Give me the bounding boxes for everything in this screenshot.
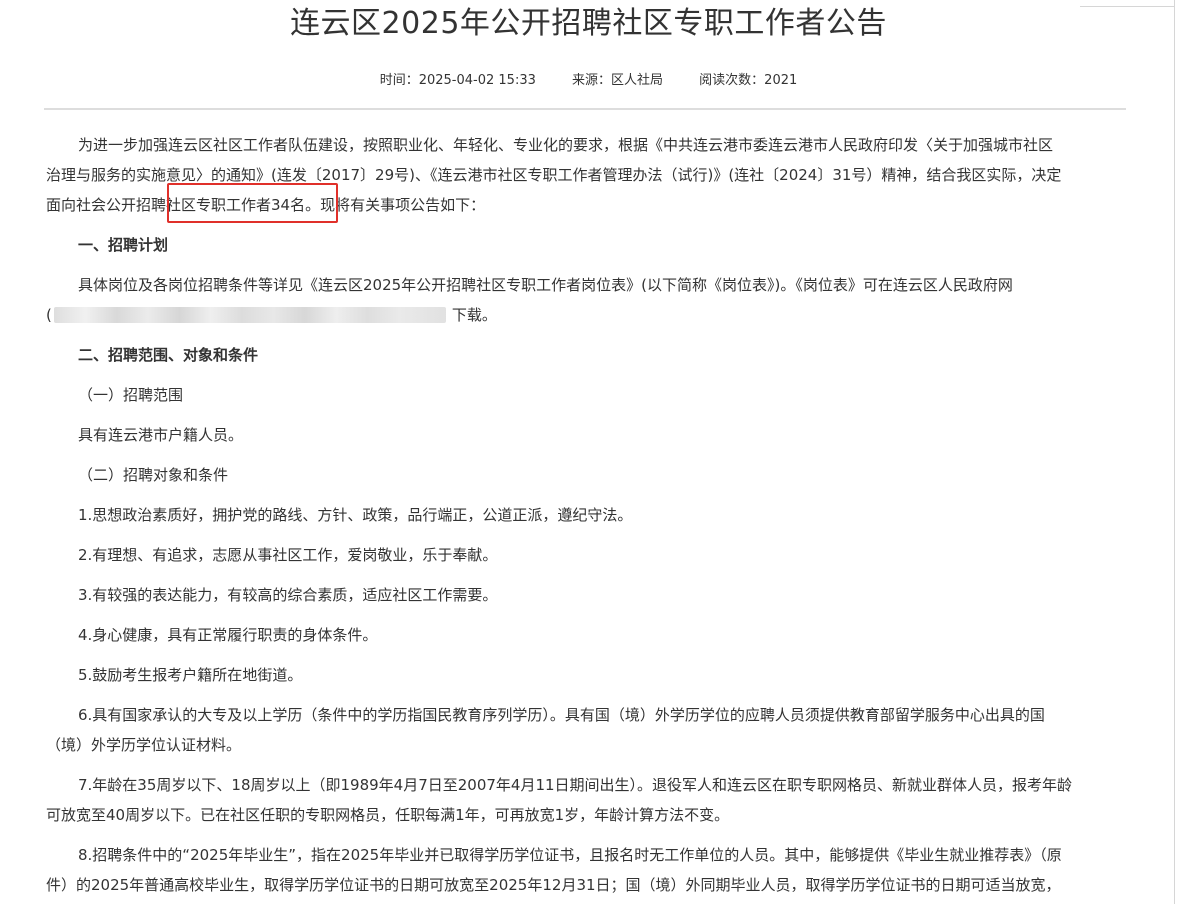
heading-recruitment-plan: 一、招聘计划	[46, 230, 1156, 260]
read-count: 阅读次数：2021	[699, 73, 797, 88]
title-divider	[44, 108, 1126, 110]
condition-8-line-2: 件）的2025年普通高校毕业生，取得学历学位证书的日期可放宽至2025年12月3…	[46, 870, 1124, 900]
subheading-scope: （一）招聘范围	[46, 380, 1156, 410]
condition-6-line-1: 6.具有国家承认的大专及以上学历（条件中的学历指国民教育序列学历）。具有国（境）…	[46, 700, 1156, 730]
condition-8-line-1: 8.招聘条件中的“2025年毕业生”，指在2025年毕业并已取得学历学位证书，且…	[46, 840, 1156, 870]
highlight-annotation-box	[167, 183, 338, 223]
subheading-conditions: （二）招聘对象和条件	[46, 460, 1156, 490]
paragraph-scope: 具有连云港市户籍人员。	[46, 420, 1156, 450]
condition-5: 5.鼓励考生报考户籍所在地街道。	[46, 660, 1156, 690]
paren-open: (	[46, 306, 52, 324]
download-text: 下载。	[452, 306, 497, 324]
publish-time: 时间：2025-04-02 15:33	[380, 73, 536, 88]
redacted-url	[54, 307, 446, 323]
article-page: 连云区2025年公开招聘社区专职工作者公告 时间：2025-04-02 15:3…	[0, 0, 1177, 904]
condition-1: 1.思想政治素质好，拥护党的路线、方针、政策，品行端正，公道正派，遵纪守法。	[46, 500, 1156, 530]
article-source: 来源：区人社局	[572, 73, 663, 88]
frame-border-right	[1174, 0, 1175, 904]
condition-6-line-2: （境）外学历学位认证材料。	[46, 730, 1124, 760]
paragraph-positions-line-2: ( 下载。	[46, 300, 1124, 330]
condition-7-line-1: 7.年龄在35周岁以下、18周岁以上（即1989年4月7日至2007年4月11日…	[46, 770, 1156, 800]
condition-7-line-2: 可放宽至40周岁以下。已在社区任职的专职网格员，任职每满1年，可再放宽1岁，年龄…	[46, 800, 1124, 830]
paragraph-intro-line-1: 为进一步加强连云区社区工作者队伍建设，按照职业化、年轻化、专业化的要求，根据《中…	[46, 130, 1156, 160]
condition-3: 3.有较强的表达能力，有较高的综合素质，适应社区工作需要。	[46, 580, 1156, 610]
heading-scope-and-conditions: 二、招聘范围、对象和条件	[46, 340, 1156, 370]
condition-2: 2.有理想、有追求，志愿从事社区工作，爱岗敬业，乐于奉献。	[46, 540, 1156, 570]
article-title: 连云区2025年公开招聘社区专职工作者公告	[0, 2, 1177, 46]
condition-4: 4.身心健康，具有正常履行职责的身体条件。	[46, 620, 1156, 650]
paragraph-positions-line-1: 具体岗位及各岗位招聘条件等详见《连云区2025年公开招聘社区专职工作者岗位表》(…	[46, 270, 1156, 300]
article-meta: 时间：2025-04-02 15:33 来源：区人社局 阅读次数：2021	[0, 70, 1177, 92]
